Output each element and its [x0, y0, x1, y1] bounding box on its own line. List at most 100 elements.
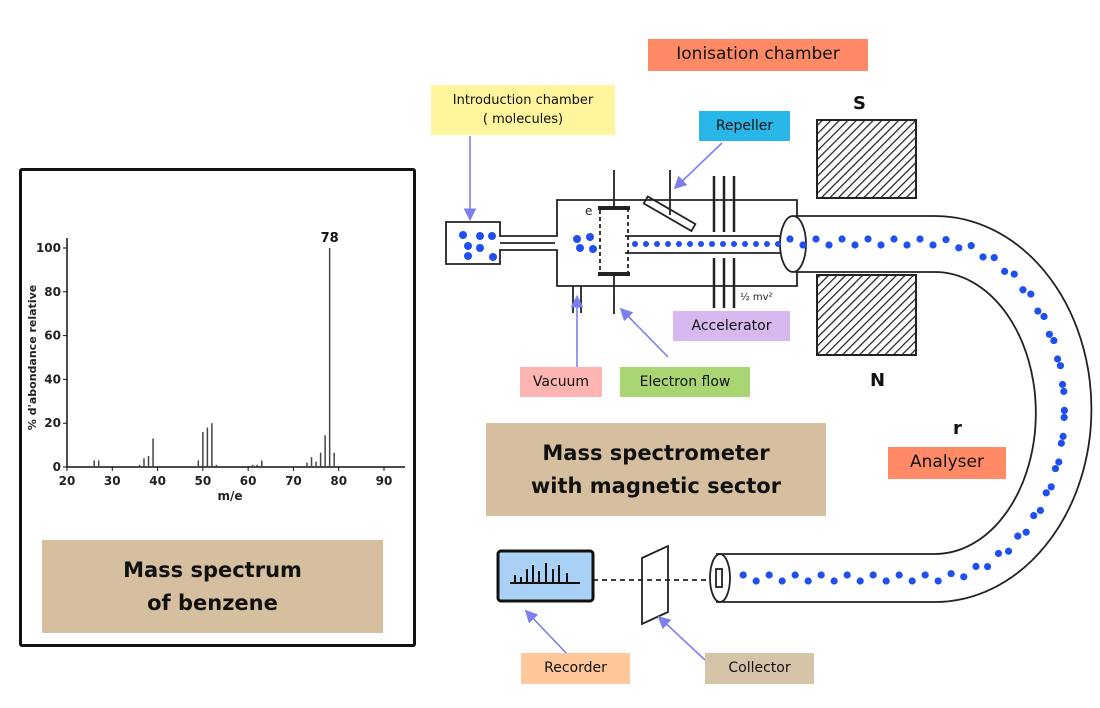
ion-dot: [817, 571, 825, 579]
ion-dot: [890, 235, 898, 243]
ion-dot: [731, 241, 737, 247]
ion-dot: [1051, 464, 1060, 473]
introduction-line1: Introduction chamber: [452, 92, 594, 108]
introduction-line2: ( molecules): [482, 112, 564, 127]
ion-dot: [967, 242, 975, 250]
molecule-dot: [476, 232, 484, 240]
ion-dot: [775, 241, 781, 247]
ion-dot: [1019, 286, 1027, 294]
diagram: 20 30 40 50 60 70 80 90 0 20 40 60 80 100 m/e% d'abond…: [0, 0, 1100, 708]
ion-dot: [799, 241, 807, 249]
ion-dot: [1047, 483, 1055, 491]
diagram-title: Mass spectrometer with magnetic sector: [486, 423, 826, 516]
ion-dot: [753, 241, 759, 247]
ion-dot: [1059, 432, 1067, 440]
ion-dot: [990, 253, 998, 262]
ion-dot: [1022, 528, 1030, 536]
label-vacuum: Vacuum: [520, 367, 602, 397]
ion-dot: [804, 577, 812, 585]
ion-dot: [1057, 439, 1065, 447]
ion-dot: [1060, 387, 1068, 396]
title-line2: with magnetic sector: [530, 473, 782, 498]
magnet-north: [816, 274, 917, 356]
ion-dot: [1010, 270, 1018, 278]
label-electron-flow: Electron flow: [620, 367, 750, 397]
ion-dot: [698, 241, 704, 247]
arrow-collector: [657, 615, 706, 661]
ion-dot: [1045, 330, 1053, 338]
ion-dot: [838, 235, 846, 243]
ion-dot: [791, 571, 799, 579]
ion-dot: [643, 241, 649, 247]
label-collector: Collector: [705, 653, 814, 684]
ion-dot: [929, 241, 937, 249]
electron-label: e: [585, 204, 592, 218]
molecule-dot: [476, 244, 484, 252]
ion-dot: [1014, 532, 1022, 540]
collector-plate: [641, 544, 669, 626]
label-magnet-n: N: [870, 370, 886, 391]
ion-dot: [654, 241, 660, 247]
ion-dot: [843, 571, 851, 579]
ion-dot: [994, 549, 1003, 558]
ion-dot: [1001, 267, 1009, 275]
ion-dot: [720, 241, 726, 247]
label-introduction-chamber: Introduction chamber ( molecules): [431, 85, 615, 135]
ion-dot: [903, 241, 911, 249]
ion-dot: [882, 577, 890, 585]
ion-dot: [665, 241, 671, 247]
molecule-dot: [464, 242, 472, 250]
ion-dot: [764, 241, 770, 247]
molecule-dot: [573, 235, 581, 243]
ion-dot: [983, 562, 992, 571]
ion-dot: [895, 571, 903, 579]
ion-dot: [869, 571, 877, 579]
ion-dot: [830, 577, 838, 585]
molecule-dot: [464, 252, 472, 260]
magnet-south: [816, 119, 917, 199]
ion-dot: [1056, 362, 1065, 370]
ion-dot: [752, 577, 760, 585]
ion-dot: [979, 253, 987, 261]
ion-dot: [1050, 336, 1058, 345]
ion-dot: [812, 235, 820, 243]
ion-dot: [960, 573, 968, 581]
ion-dot: [739, 571, 747, 579]
ion-dot: [921, 571, 929, 579]
ion-dot: [916, 235, 924, 243]
molecule-dot: [589, 245, 597, 253]
title-line1: Mass spectrometer: [542, 440, 770, 465]
ion-dot: [765, 571, 773, 579]
ion-dot: [709, 241, 715, 247]
ion-dot: [955, 244, 963, 252]
ion-dot: [786, 235, 794, 243]
label-repeller: Repeller: [699, 111, 790, 141]
ion-dot: [1027, 290, 1035, 298]
molecule-dot: [586, 233, 594, 241]
ion-dot: [742, 241, 748, 247]
ion-dot: [908, 577, 916, 585]
ion-dot: [676, 241, 682, 247]
molecule-dot: [576, 244, 584, 252]
label-ionisation-chamber: Ionisation chamber: [648, 39, 868, 71]
arrow-recorder: [524, 609, 569, 656]
ion-dot: [877, 241, 885, 249]
ion-dot: [864, 235, 872, 243]
ion-dot: [778, 577, 786, 585]
energy-label: ½ mv²: [740, 291, 773, 303]
ion-dot: [1042, 489, 1050, 497]
ion-dot: [1053, 355, 1062, 363]
ion-dot: [825, 241, 833, 249]
ion-dot: [1036, 506, 1045, 515]
ion-dot: [1030, 511, 1038, 520]
molecule-dot: [459, 231, 467, 239]
label-radius: r: [953, 418, 962, 439]
ion-dot: [687, 241, 693, 247]
arrow-electron-flow: [619, 307, 669, 358]
ion-dot: [972, 562, 980, 570]
ion-dot: [1060, 406, 1068, 415]
label-analyser: Analyser: [888, 447, 1006, 479]
ion-dot: [1040, 312, 1048, 321]
ion-dot: [1058, 380, 1067, 389]
ion-dot: [851, 241, 859, 249]
